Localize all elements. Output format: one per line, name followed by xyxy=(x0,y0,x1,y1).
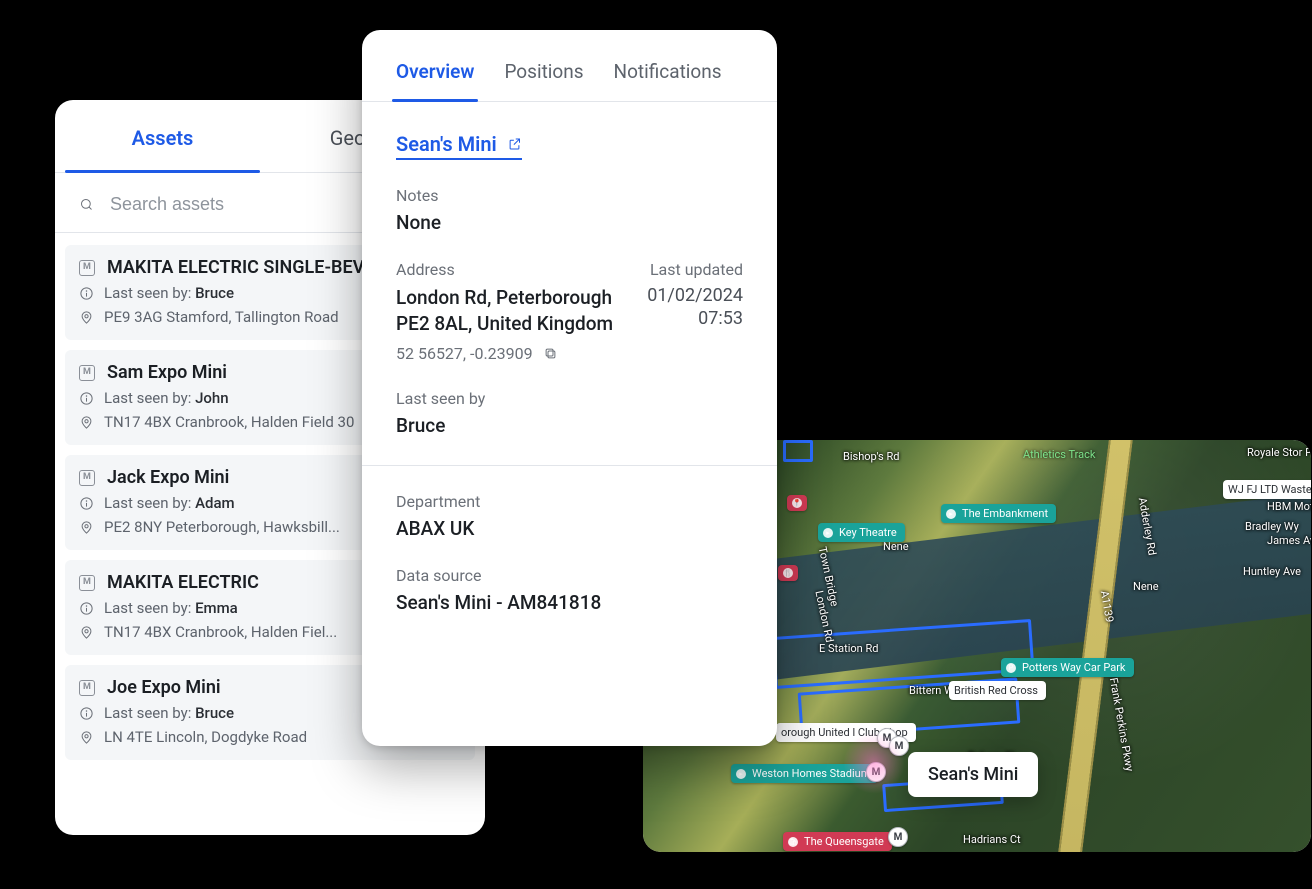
asset-detail-link-text: Sean's Mini xyxy=(396,132,497,156)
map-geofence[interactable] xyxy=(783,440,813,462)
asset-title: MAKITA ELECTRIC SINGLE-BEVE xyxy=(107,257,374,278)
map-poi[interactable]: British Red Cross xyxy=(949,681,1046,700)
tab-overview[interactable]: Overview xyxy=(396,60,474,83)
map-label: Bradley Wy xyxy=(1245,520,1299,533)
last-seen-prefix: Last seen by: xyxy=(104,284,195,302)
address-line1: London Rd, Peterborough xyxy=(396,285,629,311)
map-callout-text: Sean's Mini xyxy=(928,764,1018,785)
info-icon xyxy=(79,496,94,511)
department-value: ABAX UK xyxy=(396,517,743,540)
map-label: Huntley Ave xyxy=(1243,565,1301,578)
updated-time: 07:53 xyxy=(647,308,743,329)
department-label: Department xyxy=(396,492,743,511)
map-poi-pin[interactable]: 🍴 xyxy=(778,565,798,581)
location-icon xyxy=(79,730,94,745)
asset-type-icon: M xyxy=(79,680,95,696)
asset-location: PE2 8NY Peterborough, Hawksbill... xyxy=(104,518,340,536)
location-icon xyxy=(79,625,94,640)
last-seen-prefix: Last seen by: xyxy=(104,494,195,512)
last-seen-by: Bruce xyxy=(195,704,234,722)
info-icon xyxy=(79,391,94,406)
asset-title: MAKITA ELECTRIC xyxy=(107,572,259,593)
detail-tabs: Overview Positions Notifications xyxy=(362,30,777,102)
info-icon xyxy=(79,286,94,301)
notes-label: Notes xyxy=(396,186,743,205)
map-poi[interactable]: ▸The Embankment xyxy=(941,504,1056,523)
address-line2: PE2 8AL, United Kingdom xyxy=(396,311,629,337)
map-asset-callout[interactable]: Sean's Mini xyxy=(908,752,1038,797)
asset-type-icon: M xyxy=(79,575,95,591)
last-seen-label: Last seen by xyxy=(396,389,743,408)
map-asset-pin[interactable]: M xyxy=(888,827,908,847)
map-label: Athletics Track xyxy=(1023,448,1095,461)
location-icon xyxy=(79,415,94,430)
map-label: James Ave xyxy=(1267,534,1311,547)
map-poi[interactable]: WJ FJ LTD Waste Removal xyxy=(1223,480,1311,499)
map-label: Bishop's Rd xyxy=(843,450,899,463)
map-label: Nene xyxy=(1133,580,1159,593)
tab-assets[interactable]: Assets xyxy=(55,100,270,172)
asset-detail-link[interactable]: Sean's Mini xyxy=(396,132,522,160)
last-seen-by: Emma xyxy=(195,599,238,617)
last-seen-prefix: Last seen by: xyxy=(104,704,195,722)
last-seen-by: Bruce xyxy=(195,284,234,302)
data-source-value: Sean's Mini - AM841818 xyxy=(396,591,743,614)
map-asset-halo xyxy=(843,732,905,794)
search-icon xyxy=(79,197,94,212)
detail-body: Sean's Mini Notes None Address London Rd… xyxy=(362,102,777,624)
location-icon xyxy=(79,520,94,535)
copy-icon[interactable] xyxy=(543,346,558,361)
map-label: Frank Perkins Pkwy xyxy=(1107,677,1136,773)
asset-location: TN17 4BX Cranbrook, Halden Fiel... xyxy=(104,623,337,641)
address-coords: 52 56527, -0.23909 xyxy=(396,344,533,363)
map-poi[interactable]: 🛍The Queensgate xyxy=(783,832,892,851)
info-icon xyxy=(79,706,94,721)
asset-title: Sam Expo Mini xyxy=(107,362,227,383)
asset-location: TN17 4BX Cranbrook, Halden Field 30 xyxy=(104,413,354,431)
asset-location: PE9 3AG Stamford, Tallington Road xyxy=(104,308,339,326)
asset-type-icon: M xyxy=(79,470,95,486)
notes-value: None xyxy=(396,211,743,234)
map-label: E Station Rd xyxy=(819,642,878,655)
last-seen-value: Bruce xyxy=(396,414,743,437)
tab-notifications[interactable]: Notifications xyxy=(614,60,722,83)
external-link-icon xyxy=(507,136,522,152)
asset-type-icon: M xyxy=(79,365,95,381)
last-seen-by: John xyxy=(195,389,229,407)
updated-date: 01/02/2024 xyxy=(647,285,743,306)
map-label: HBM Motor xyxy=(1267,500,1311,513)
map-label: Royale Stor Peterborou xyxy=(1247,446,1311,459)
updated-label: Last updated xyxy=(647,260,743,279)
asset-detail-panel: Overview Positions Notifications Sean's … xyxy=(362,30,777,746)
last-updated-block: Last updated 01/02/2024 07:53 xyxy=(647,260,743,329)
address-label: Address xyxy=(396,260,629,279)
map-poi[interactable]: PPotters Way Car Park xyxy=(1001,658,1134,677)
map-label: Hadrians Ct xyxy=(963,833,1021,846)
asset-type-icon: M xyxy=(79,260,95,276)
asset-title: Jack Expo Mini xyxy=(107,467,229,488)
last-seen-by: Adam xyxy=(195,494,235,512)
tab-positions[interactable]: Positions xyxy=(504,60,583,83)
asset-title: Joe Expo Mini xyxy=(107,677,221,698)
map-main-road xyxy=(1053,440,1138,852)
location-icon xyxy=(79,310,94,325)
data-source-label: Data source xyxy=(396,566,743,585)
last-seen-prefix: Last seen by: xyxy=(104,389,195,407)
divider xyxy=(362,465,777,466)
map-poi-pin[interactable]: 📍 xyxy=(787,495,807,511)
map-poi[interactable]: ▸Key Theatre xyxy=(818,523,905,542)
asset-location: LN 4TE Lincoln, Dogdyke Road xyxy=(104,728,307,746)
last-seen-prefix: Last seen by: xyxy=(104,599,195,617)
info-icon xyxy=(79,601,94,616)
